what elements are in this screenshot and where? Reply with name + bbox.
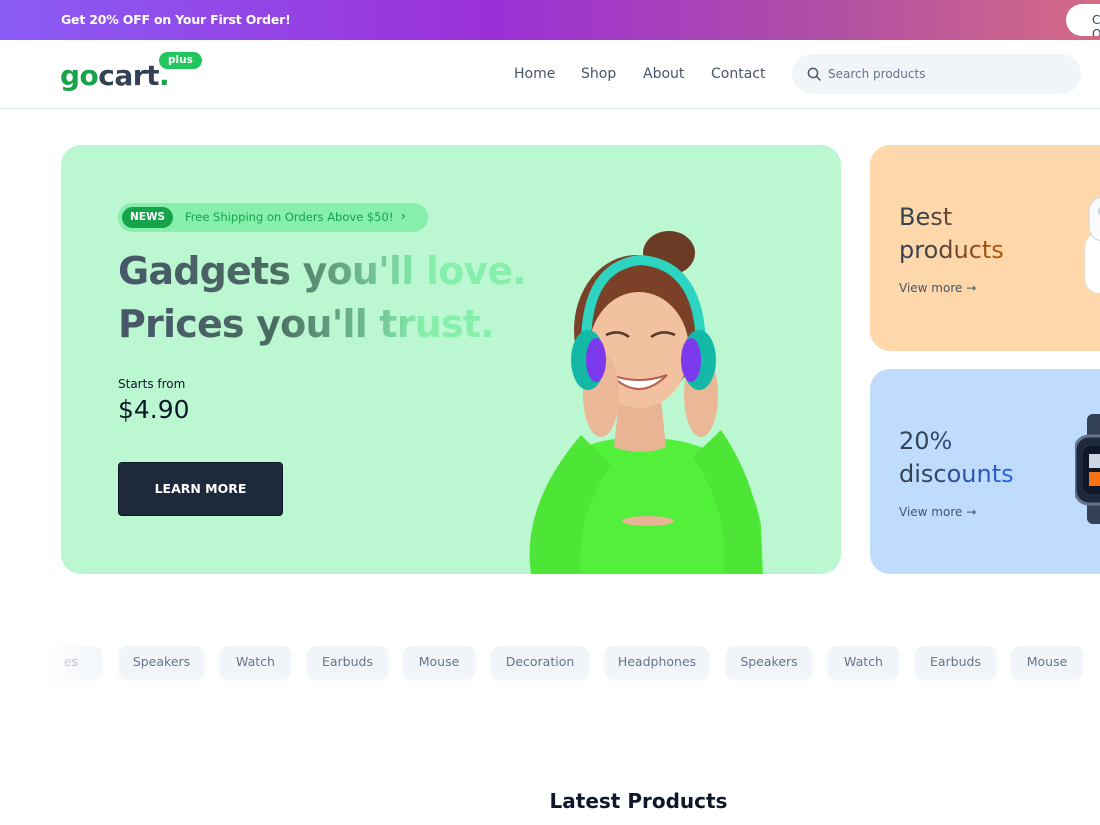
best-products-title: Best products xyxy=(899,201,1004,267)
nav-about[interactable]: About xyxy=(643,66,684,82)
logo-go: go xyxy=(60,59,99,92)
learn-more-button[interactable]: LEARN MORE xyxy=(118,462,283,516)
discounts-view-more[interactable]: View more → xyxy=(899,505,976,519)
category-chip[interactable]: es xyxy=(40,646,102,678)
promo-text: Get 20% OFF on Your First Order! xyxy=(61,12,291,27)
promo-bar: Get 20% OFF on Your First Order! Claim O… xyxy=(0,0,1100,40)
discounts-title-line2: discounts xyxy=(899,460,1014,488)
hero-banner: NEWS Free Shipping on Orders Above $50! … xyxy=(61,145,841,574)
category-chip[interactable]: Mouse xyxy=(1011,646,1083,678)
view-more-label: View more xyxy=(899,281,963,295)
chevron-right-icon: › xyxy=(401,209,406,223)
search-icon xyxy=(807,67,821,81)
discounts-title-line1: 20% xyxy=(899,427,953,455)
category-chip[interactable]: Earbuds xyxy=(307,646,388,678)
news-text: Free Shipping on Orders Above $50! xyxy=(185,210,394,224)
search-bar xyxy=(792,54,1081,94)
logo-cart: cart xyxy=(98,59,159,92)
discounts-card[interactable]: 20% discounts View more → xyxy=(870,369,1100,574)
best-products-title-line1: Best xyxy=(899,203,953,231)
category-chip[interactable]: Speakers xyxy=(119,646,204,678)
claim-offer-button[interactable]: Claim Offer xyxy=(1066,4,1100,36)
nav-shop[interactable]: Shop xyxy=(581,66,616,82)
category-chip[interactable]: Watch xyxy=(828,646,899,678)
category-chip[interactable]: Headphones xyxy=(605,646,709,678)
nav-home[interactable]: Home xyxy=(514,66,555,82)
category-chip[interactable]: Mouse xyxy=(403,646,475,678)
nav-contact[interactable]: Contact xyxy=(711,66,765,82)
hero-model-image xyxy=(529,231,763,574)
category-chip[interactable]: Earbuds xyxy=(915,646,996,678)
site-header: gocart. plus Home Shop About Contact xyxy=(0,40,1100,109)
category-strip: es Speakers Watch Earbuds Mouse Decorati… xyxy=(0,646,1100,680)
category-chip[interactable]: Speakers xyxy=(726,646,812,678)
hero-price: $4.90 xyxy=(118,395,190,424)
news-pill[interactable]: NEWS Free Shipping on Orders Above $50! … xyxy=(118,203,428,232)
latest-products-title: Latest Products xyxy=(549,789,728,813)
category-chip[interactable]: Watch xyxy=(220,646,291,678)
starts-from-label: Starts from xyxy=(118,377,186,391)
smartwatch-image xyxy=(1075,414,1100,524)
arrow-right-icon: → xyxy=(966,281,977,295)
best-products-card[interactable]: Best products View more → xyxy=(870,145,1100,351)
best-products-view-more[interactable]: View more → xyxy=(899,281,976,295)
news-tag: NEWS xyxy=(122,207,174,228)
arrow-right-icon: → xyxy=(966,505,977,519)
category-chip[interactable]: Decoration xyxy=(491,646,589,678)
earbuds-image xyxy=(1084,196,1100,294)
best-products-title-line2: products xyxy=(899,236,1004,264)
logo-plus-badge: plus xyxy=(159,52,202,69)
search-input[interactable] xyxy=(828,54,1068,94)
discounts-title: 20% discounts xyxy=(899,425,1014,491)
view-more-label: View more xyxy=(899,505,963,519)
logo[interactable]: gocart. xyxy=(60,58,170,94)
